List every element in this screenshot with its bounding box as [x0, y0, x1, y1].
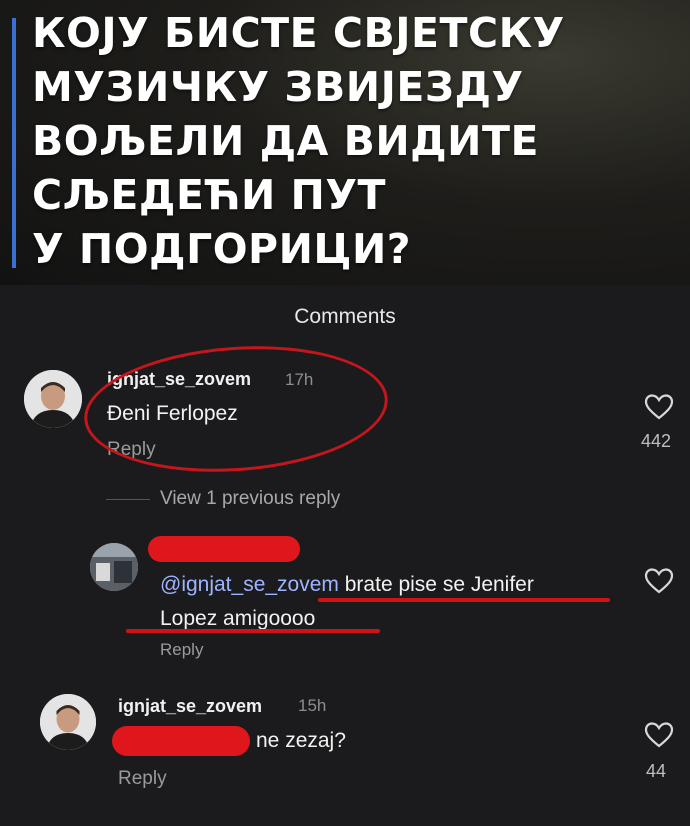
- redacted-mention: [112, 726, 250, 756]
- comment-username[interactable]: ignjat_se_zovem: [118, 696, 262, 717]
- banner-title-line: СЉЕДЕЋИ ПУТ: [32, 171, 386, 219]
- banner-title-line: МУЗИЧКУ ЗВИЈЕЗДУ: [32, 63, 524, 111]
- comment-text: ne zezaj?: [256, 729, 346, 752]
- comment-time: 15h: [298, 696, 327, 715]
- banner-title-line: У ПОДГОРИЦИ?: [32, 225, 412, 273]
- avatar[interactable]: [40, 694, 96, 750]
- banner-title-line: КОЈУ БИСТЕ СВЈЕТСКУ: [32, 9, 565, 57]
- banner-title-line: ВОЉЕЛИ ДА ВИДИТЕ: [32, 117, 539, 165]
- post-banner: КОЈУ БИСТЕ СВЈЕТСКУ МУЗИЧКУ ЗВИЈЕЗДУ ВОЉ…: [0, 0, 690, 285]
- heart-icon[interactable]: [644, 721, 674, 749]
- banner-accent-bar: [12, 18, 16, 268]
- like-count: 44: [646, 761, 667, 781]
- comments-sheet: Comments ignjat_se_zovem 17h Đeni Ferlop…: [0, 285, 690, 826]
- comment-item: ignjat_se_zovem 15h ne zezaj? Reply 44: [0, 285, 690, 826]
- reply-button[interactable]: Reply: [118, 768, 167, 790]
- banner-title: КОЈУ БИСТЕ СВЈЕТСКУ МУЗИЧКУ ЗВИЈЕЗДУ ВОЉ…: [32, 6, 672, 276]
